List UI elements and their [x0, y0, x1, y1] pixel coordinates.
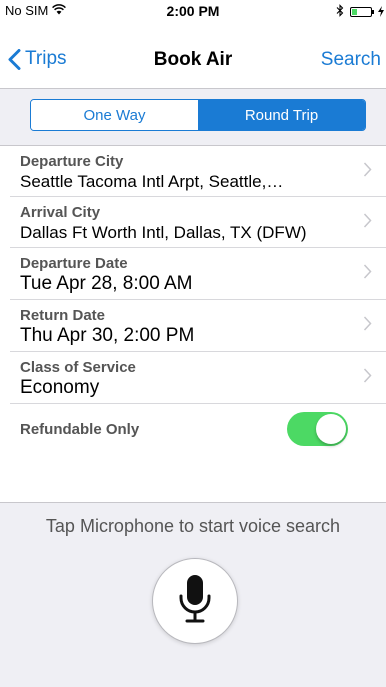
departure-city-row[interactable]: Departure City Seattle Tacoma Intl Arpt,… [0, 146, 386, 197]
trip-type-segmented-control: One Way Round Trip [30, 99, 366, 131]
voice-search-hint: Tap Microphone to start voice search [45, 516, 341, 536]
nav-bar: Trips Book Air Search [0, 22, 386, 89]
departure-city-label: Departure City [20, 153, 124, 170]
refundable-toggle[interactable] [287, 412, 348, 446]
return-date-row[interactable]: Return Date Thu Apr 30, 2:00 PM [0, 300, 386, 352]
voice-search-panel: Tap Microphone to start voice search [0, 502, 386, 687]
booking-form: Departure City Seattle Tacoma Intl Arpt,… [0, 146, 386, 454]
battery-cap [372, 10, 374, 14]
book-air-screen: No SIM 2:00 PM Trips Book Air Search One… [0, 0, 386, 687]
departure-date-value: Tue Apr 28, 8:00 AM [20, 273, 193, 294]
microphone-button[interactable] [152, 558, 238, 644]
bluetooth-icon [336, 4, 344, 20]
chevron-right-icon [363, 264, 372, 284]
arrival-city-value: Dallas Ft Worth Intl, Dallas, TX (DFW) [20, 223, 307, 242]
battery-fill [352, 9, 357, 15]
trip-type-bar: One Way Round Trip [0, 89, 386, 146]
chevron-right-icon [363, 213, 372, 233]
status-bar: No SIM 2:00 PM [0, 0, 386, 22]
search-button[interactable]: Search [321, 49, 381, 71]
arrival-city-row[interactable]: Arrival City Dallas Ft Worth Intl, Dalla… [0, 197, 386, 248]
departure-date-row[interactable]: Departure Date Tue Apr 28, 8:00 AM [0, 248, 386, 300]
segment-round-trip[interactable]: Round Trip [198, 100, 365, 130]
status-right [336, 4, 384, 20]
status-time: 2:00 PM [166, 3, 220, 19]
departure-city-value: Seattle Tacoma Intl Arpt, Seattle,… [20, 172, 284, 191]
return-date-label: Return Date [20, 307, 106, 324]
chevron-right-icon [363, 162, 372, 182]
refundable-label: Refundable Only [20, 421, 140, 438]
battery-icon [350, 7, 374, 17]
toggle-knob [316, 414, 346, 444]
departure-date-label: Departure Date [20, 255, 128, 272]
class-of-service-row[interactable]: Class of Service Economy [0, 352, 386, 404]
microphone-icon [178, 574, 212, 629]
chevron-right-icon [363, 316, 372, 336]
class-of-service-label: Class of Service [20, 359, 136, 376]
chevron-right-icon [363, 368, 372, 388]
arrival-city-label: Arrival City [20, 204, 101, 221]
charging-icon [378, 4, 384, 20]
class-of-service-value: Economy [20, 377, 100, 398]
segment-one-way[interactable]: One Way [31, 100, 198, 130]
refundable-row: Refundable Only [0, 404, 386, 454]
return-date-value: Thu Apr 30, 2:00 PM [20, 325, 195, 346]
